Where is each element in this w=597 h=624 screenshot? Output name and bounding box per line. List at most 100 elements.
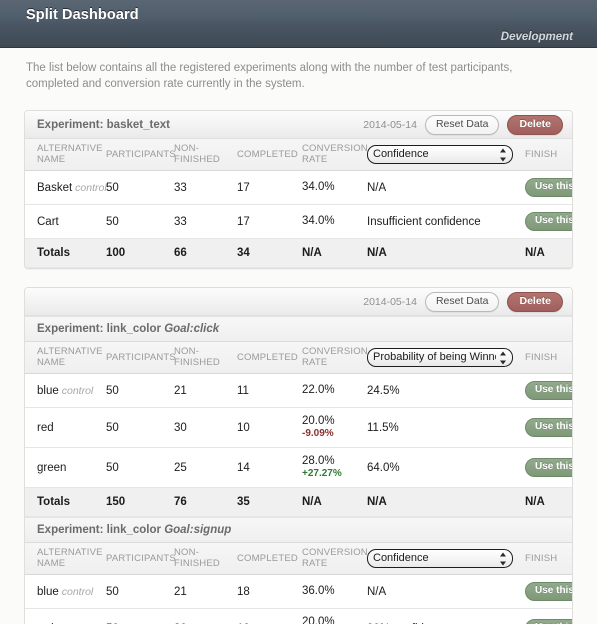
cell-finish: Use this <box>525 204 572 239</box>
totals-non-finished: 66 <box>174 238 237 268</box>
metric-select[interactable]: ConfidenceProbability of being Winner <box>367 549 513 568</box>
table-row: Cart 50 33 17 34.0% Insufficient confidence Us… <box>25 204 572 239</box>
column-conversion-rate: CONVERSION RATE <box>302 543 368 575</box>
use-this-button[interactable]: Use this <box>525 212 572 231</box>
experiment-date: 2014-05-14 <box>363 118 417 131</box>
intro-description: The list below contains all the register… <box>26 62 513 90</box>
conversion-rate-value: 22.0% <box>302 384 335 396</box>
conversion-rate-value: 34.0% <box>302 181 335 193</box>
table-row: blue control 50 21 11 22.0% 24.5% Use this <box>25 373 572 408</box>
column-metric-select: ConfidenceProbability of being Winner <box>367 342 525 374</box>
totals-completed: 35 <box>237 487 302 517</box>
cell-alternative-name: red <box>25 407 106 448</box>
environment-label: Development <box>500 31 573 43</box>
cell-non-finished: 21 <box>174 373 237 408</box>
experiment-sub-bar: Experiment: link_color Goal:signup <box>25 517 572 543</box>
cell-metric-status: 24.5% <box>367 373 525 408</box>
totals-finish: N/A <box>525 487 572 517</box>
cell-metric-status: 11.5% <box>367 407 525 448</box>
control-tag: control <box>61 585 94 598</box>
page-root: Split Dashboard Development The list bel… <box>0 0 597 624</box>
cell-metric-status: N/A <box>367 574 525 609</box>
conversion-rate-value: 20.0% <box>302 415 335 427</box>
column-completed: COMPLETED <box>237 342 302 374</box>
reset-data-button[interactable]: Reset Data <box>424 291 500 312</box>
conversion-rate-delta: +27.27% <box>302 468 342 479</box>
use-this-button[interactable]: Use this <box>525 582 572 601</box>
cell-participants: 50 <box>106 407 174 448</box>
totals-label: Totals <box>25 487 106 517</box>
totals-participants: 100 <box>106 238 174 268</box>
cell-conversion-rate: 28.0% +27.27% <box>302 447 367 488</box>
experiment-title: Experiment: link_color Goal:signup <box>37 524 232 536</box>
reset-data-button[interactable]: Reset Data <box>424 114 500 135</box>
metric-select[interactable]: ConfidenceProbability of being Winner <box>367 348 513 367</box>
column-finish: FINISH <box>525 342 572 374</box>
use-this-button[interactable]: Use this <box>525 458 572 477</box>
conversion-rate-value: 36.0% <box>302 585 335 597</box>
use-this-button[interactable]: Use this <box>525 178 572 197</box>
totals-completed: 34 <box>237 238 302 268</box>
cell-conversion-rate: 20.0% -9.09% <box>302 407 367 448</box>
use-this-button[interactable]: Use this <box>525 381 572 400</box>
cell-participants: 50 <box>106 373 174 408</box>
use-this-button[interactable]: Use this <box>525 619 572 624</box>
conversion-rate-value: 20.0% <box>302 616 335 624</box>
metric-select-wrapper: ConfidenceProbability of being Winner <box>367 549 513 568</box>
conversion-rate-delta: -9.09% <box>302 428 334 439</box>
cell-alternative-name: red <box>25 608 106 624</box>
column-finish: FINISH <box>525 543 572 575</box>
totals-conversion-rate: N/A <box>302 487 367 517</box>
cell-finish: Use this <box>525 447 572 488</box>
card-bar-actions: 2014-05-14 Reset Data Delete <box>363 291 563 312</box>
totals-row: Totals 100 66 34 N/A N/A N/A <box>25 238 572 268</box>
table-row: blue control 50 21 18 36.0% N/A Use this <box>25 574 572 609</box>
cell-participants: 50 <box>106 574 174 609</box>
table-row: red50301020.0%-44.44%90% confidenceUse t… <box>25 608 572 624</box>
experiment-goal: Goal:click <box>164 323 220 335</box>
table-row: Basket control 50 33 17 34.0% N/A Use this <box>25 170 572 205</box>
column-metric-select: ConfidenceProbability of being Winner <box>367 543 525 575</box>
delete-button[interactable]: Delete <box>507 291 563 312</box>
column-completed: COMPLETED <box>237 543 302 575</box>
column-participants: PARTICIPANTS <box>106 543 176 575</box>
cell-conversion-rate: 34.0% <box>302 204 367 239</box>
experiment-table: ALTERNATIVE NAME PARTICIPANTS NON-FINISHED… <box>25 543 572 624</box>
table-row: green 50 25 14 28.0% +27.27% 64.0% Use this <box>25 447 572 488</box>
cell-completed: 17 <box>237 170 302 205</box>
table-header-row: ALTERNATIVE NAME PARTICIPANTS NON-FINISHED… <box>25 543 572 575</box>
control-tag: control <box>75 181 107 194</box>
metric-select[interactable]: ConfidenceProbability of being Winner <box>367 145 513 164</box>
conversion-rate-value: 34.0% <box>302 215 335 227</box>
cell-completed: 14 <box>237 447 302 488</box>
column-non-finished: NON-FINISHED <box>174 543 237 575</box>
metric-select-wrapper: ConfidenceProbability of being Winner <box>367 348 513 367</box>
column-conversion-rate: CONVERSION RATE <box>302 139 368 171</box>
card-bar-actions: 2014-05-14 Reset Data Delete <box>363 114 563 135</box>
use-this-button[interactable]: Use this <box>525 418 572 437</box>
cell-non-finished: 25 <box>174 447 237 488</box>
cell-metric-status: 90% confidence <box>367 608 525 624</box>
column-completed: COMPLETED <box>237 139 302 171</box>
totals-row: Totals 150 76 35 N/A N/A N/A <box>25 487 572 517</box>
column-non-finished: NON-FINISHED <box>174 342 237 374</box>
cell-finish: Use this <box>525 373 572 408</box>
cell-alternative-name: Basket control <box>25 170 107 205</box>
experiment-card-list: Experiment: basket_text 2014-05-14 Reset D… <box>0 110 597 624</box>
experiment-card: 2014-05-14 Reset Data Delete Experiment: li… <box>24 287 573 624</box>
cell-non-finished: 33 <box>174 170 237 205</box>
cell-participants: 50 <box>106 608 174 624</box>
cell-alternative-name: green <box>25 447 106 488</box>
cell-conversion-rate: 22.0% <box>302 373 367 408</box>
masthead: Split Dashboard Development <box>0 0 597 48</box>
conversion-rate-value: 28.0% <box>302 455 335 467</box>
table-row: red 50 30 10 20.0% -9.09% 11.5% Use this <box>25 407 572 448</box>
column-finish: FINISH <box>525 139 572 171</box>
table-header-row: ALTERNATIVE NAME PARTICIPANTS NON-FINISHED… <box>25 139 572 171</box>
cell-completed: 18 <box>237 574 302 609</box>
cell-metric-status: N/A <box>367 170 525 205</box>
delete-button[interactable]: Delete <box>507 114 563 135</box>
cell-participants: 50 <box>106 204 174 239</box>
metric-select-wrapper: ConfidenceProbability of being Winner <box>367 145 513 164</box>
cell-finish: Use this <box>525 608 572 624</box>
